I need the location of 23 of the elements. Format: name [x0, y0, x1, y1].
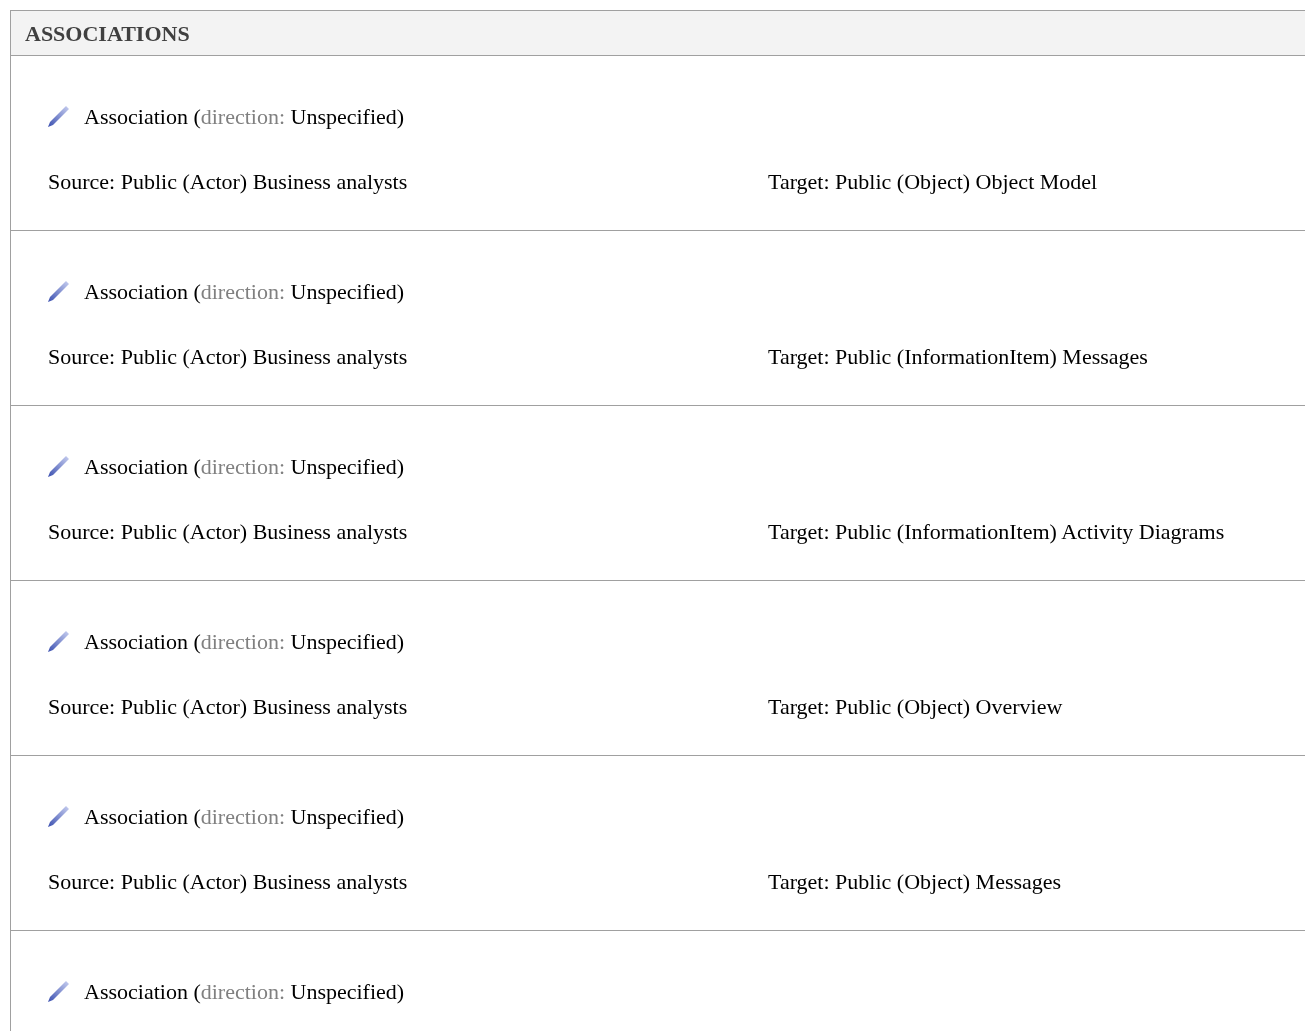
association-title: Association (direction: Unspecified) — [84, 102, 405, 131]
target-text: Target: Public (Object) Messages — [768, 868, 1062, 896]
association-title: Association (direction: Unspecified) — [84, 977, 405, 1006]
association-title: Association (direction: Unspecified) — [84, 277, 405, 306]
pencil-icon — [46, 103, 72, 129]
association-title: Association (direction: Unspecified) — [84, 802, 405, 831]
source-text: Source: Public (Actor) Business analysts — [48, 168, 409, 196]
pencil-icon — [46, 628, 72, 654]
association-title: Association (direction: Unspecified) — [84, 452, 405, 481]
section-title: ASSOCIATIONS — [25, 19, 190, 48]
target-text: Target: Public (InformationItem) Activity Diagrams — [768, 518, 1225, 546]
pencil-icon — [46, 278, 72, 304]
association-title: Association (direction: Unspecified) — [84, 627, 405, 656]
pencil-icon — [46, 453, 72, 479]
target-text: Target: Public (Object) Object Model — [768, 168, 1098, 196]
pencil-icon — [46, 978, 72, 1004]
target-text: Target: Public (Object) Overview — [768, 693, 1063, 721]
source-text: Source: Public (Actor) Business analysts — [48, 868, 409, 896]
source-text: Source: Public (Actor) Business analysts — [48, 518, 409, 546]
target-text: Target: Public (InformationItem) Messages — [768, 343, 1148, 371]
pencil-icon — [46, 803, 72, 829]
source-text: Source: Public (Actor) Business analysts — [48, 693, 409, 721]
source-text: Source: Public (Actor) Business analysts — [48, 343, 409, 371]
